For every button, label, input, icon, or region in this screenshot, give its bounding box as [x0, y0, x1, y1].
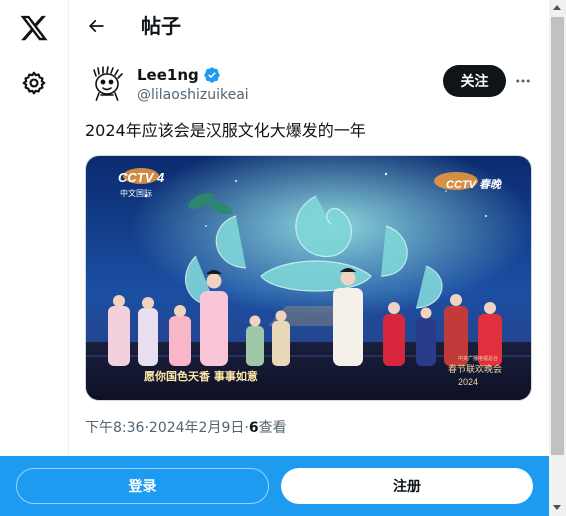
- broadcast-caption: 愿你国色天香 事事如意: [144, 369, 258, 383]
- svg-text:中文国际: 中文国际: [120, 188, 152, 198]
- post-text: 2024年应该会是汉服文化大爆发的一年: [85, 121, 366, 140]
- left-navigation-rail: [0, 0, 69, 516]
- scrollbar-thumb[interactable]: [551, 17, 564, 455]
- author-handle[interactable]: @lilaoshizuikeai: [137, 85, 249, 105]
- vertical-scrollbar[interactable]: [549, 0, 566, 516]
- follow-button[interactable]: 关注: [443, 65, 506, 97]
- arrow-left-icon: [88, 19, 104, 33]
- gear-icon[interactable]: [21, 70, 47, 96]
- x-logo-icon[interactable]: [19, 13, 49, 43]
- post-media-image[interactable]: CCTV 4 中文国际 CCTV 春晚 愿你国色天香 事事如意 中央广播电视总台…: [85, 155, 532, 401]
- more-horizontal-icon: [516, 79, 530, 83]
- login-button[interactable]: 登录: [16, 468, 269, 504]
- svg-text:2024: 2024: [458, 377, 478, 387]
- views-label: 查看: [258, 420, 287, 436]
- svg-text:中央广播电视总台: 中央广播电视总台: [458, 355, 498, 362]
- avatar[interactable]: [87, 64, 127, 104]
- page-title: 帖子: [141, 14, 181, 38]
- post-metadata: 下午8:36 · 2024年2月9日 · 6 查看: [85, 418, 287, 438]
- channel-logo-right: CCTV 春晚: [446, 178, 503, 191]
- svg-text:春节联欢晚会: 春节联欢晚会: [448, 363, 502, 375]
- svg-text:CCTV 4: CCTV 4: [118, 170, 165, 185]
- more-options-button[interactable]: [510, 68, 536, 94]
- views-count: 6: [248, 420, 259, 436]
- main-column: 帖子 Lee1ng @lilaoshizuikeai 关注 2024年应该会是汉…: [69, 0, 549, 516]
- top-bar: 帖子: [69, 0, 549, 53]
- post-time[interactable]: 下午8:36: [85, 418, 144, 438]
- scroll-up-arrow-icon[interactable]: [553, 5, 561, 10]
- verified-badge-icon: [204, 67, 220, 83]
- signup-button[interactable]: 注册: [281, 468, 533, 504]
- back-button[interactable]: [83, 13, 109, 39]
- post-date[interactable]: 2024年2月9日: [149, 418, 244, 438]
- signup-prompt-bar: 登录 注册: [0, 456, 549, 516]
- svg-text:CCTV 春晚: CCTV 春晚: [446, 178, 503, 191]
- author-display-name[interactable]: Lee1ng: [137, 65, 199, 85]
- svg-text:愿你国色天香 事事如意: 愿你国色天香 事事如意: [144, 369, 258, 383]
- scroll-down-arrow-icon[interactable]: [553, 505, 561, 510]
- author-name-row[interactable]: Lee1ng: [137, 65, 221, 85]
